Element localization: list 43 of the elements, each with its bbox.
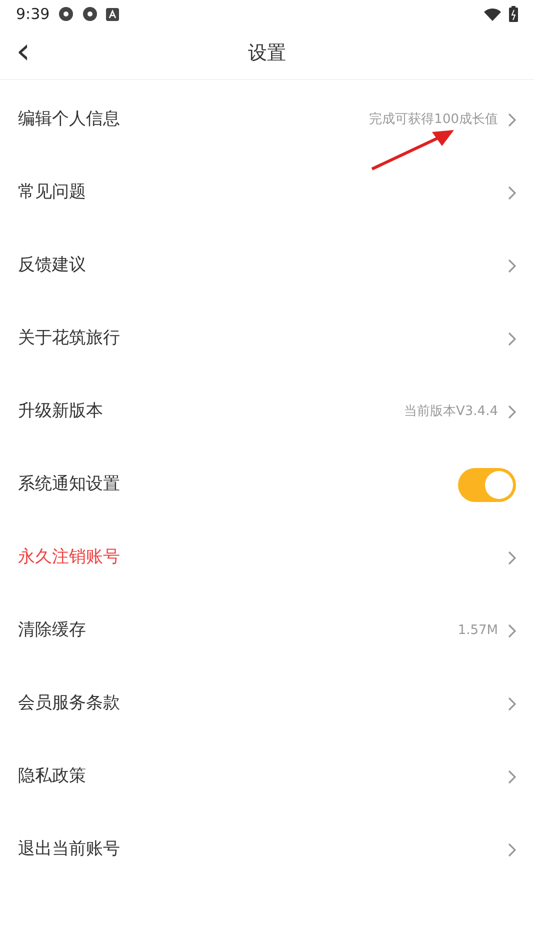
chevron-icon: [508, 696, 516, 710]
row-label: 会员服务条款: [18, 692, 121, 715]
notification-icon: [58, 6, 74, 22]
toggle-switch[interactable]: [458, 468, 516, 502]
chevron-icon: [508, 404, 516, 418]
row-label: 永久注销账号: [18, 546, 121, 569]
settings-row[interactable]: 升级新版本 当前版本V3.4.4: [0, 375, 534, 448]
settings-row[interactable]: 退出当前账号: [0, 813, 534, 886]
chevron-icon: [508, 258, 516, 272]
settings-row[interactable]: 清除缓存 1.57M: [0, 594, 534, 667]
row-label: 升级新版本: [18, 400, 104, 423]
notification-icon: [106, 8, 119, 20]
chevron-icon: [508, 842, 516, 856]
chevron-icon: [508, 112, 516, 126]
status-time: 9:39: [16, 4, 50, 25]
settings-row[interactable]: 反馈建议: [0, 229, 534, 302]
settings-row[interactable]: 编辑个人信息 完成可获得100成长值: [0, 83, 534, 156]
row-label: 清除缓存: [18, 618, 87, 642]
row-label: 编辑个人信息: [18, 108, 121, 131]
chevron-icon: [508, 624, 516, 638]
row-hint: 当前版本V3.4.4: [404, 402, 498, 421]
row-label: 反馈建议: [18, 254, 87, 277]
notification-icon: [82, 6, 98, 22]
row-label: 关于花筑旅行: [18, 326, 121, 350]
row-hint: 1.57M: [458, 622, 498, 640]
row-label: 隐私政策: [18, 764, 87, 788]
settings-row[interactable]: 会员服务条款: [0, 667, 534, 740]
row-label: 退出当前账号: [18, 838, 121, 861]
settings-row[interactable]: 常见问题: [0, 156, 534, 229]
row-label: 常见问题: [18, 180, 87, 204]
row-hint: 完成可获得100成长值: [369, 110, 498, 129]
battery-icon: [509, 6, 518, 22]
settings-row[interactable]: 永久注销账号: [0, 521, 534, 594]
settings-row[interactable]: 关于花筑旅行: [0, 302, 534, 375]
chevron-icon: [508, 332, 516, 346]
chevron-icon: [508, 770, 516, 784]
chevron-icon: [508, 186, 516, 200]
page-title: 设置: [248, 41, 286, 66]
row-label: 系统通知设置: [18, 472, 121, 496]
back-button[interactable]: ‹: [14, 32, 32, 72]
chevron-icon: [508, 550, 516, 564]
settings-row[interactable]: 隐私政策: [0, 740, 534, 813]
wifi-icon: [484, 8, 501, 20]
